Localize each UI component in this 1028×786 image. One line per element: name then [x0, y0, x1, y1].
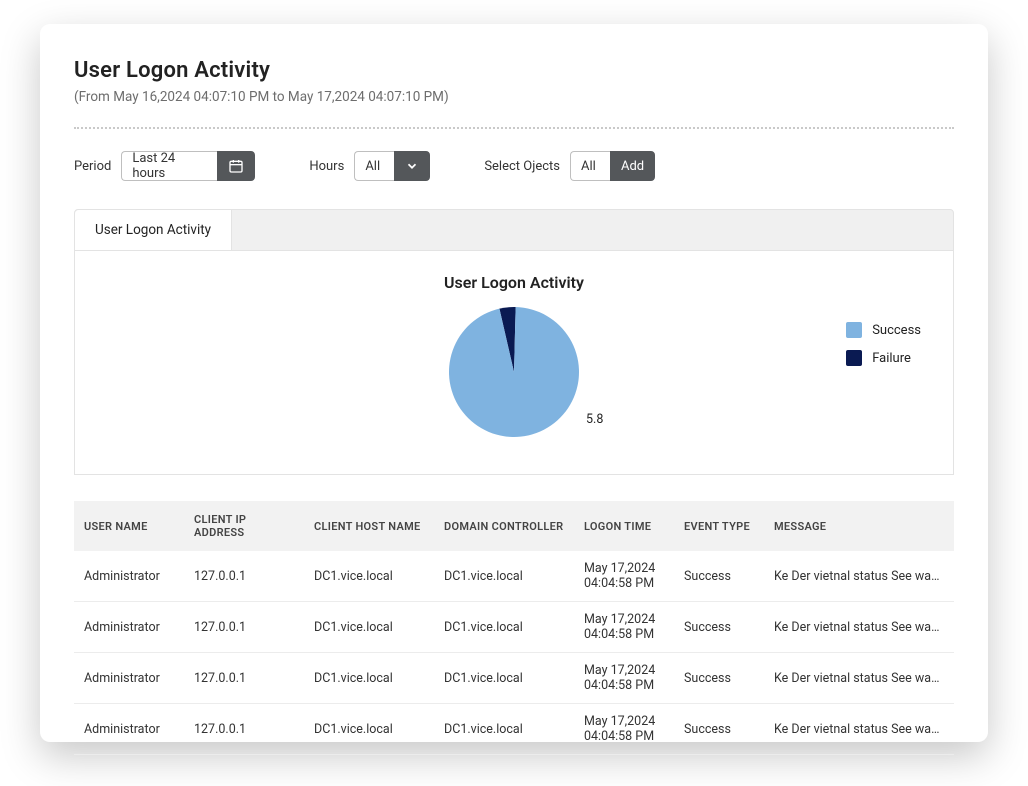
- cell-message: Ke Der vietnal status See was...: [764, 602, 954, 653]
- cell-message: Ke Der vietnal status See was...: [764, 551, 954, 602]
- chart-panel: User Logon Activity 5.8 Success Failure: [74, 251, 954, 475]
- hours-select[interactable]: All: [354, 151, 394, 181]
- cell-user: Administrator: [74, 653, 184, 704]
- tab-bar: User Logon Activity: [74, 209, 954, 251]
- th-dc[interactable]: DOMAIN CONTROLLER: [434, 501, 574, 551]
- hours-label: Hours: [309, 159, 344, 174]
- objects-select[interactable]: All: [570, 151, 610, 181]
- th-message[interactable]: MESSAGE: [764, 501, 954, 551]
- period-label: Period: [74, 159, 111, 174]
- th-host[interactable]: CLIENT HOST NAME: [304, 501, 434, 551]
- table-row[interactable]: Administrator127.0.0.1DC1.vice.localDC1.…: [74, 551, 954, 602]
- legend-item-failure: Failure: [846, 350, 921, 366]
- table-header-row: USER NAME CLIENT IP ADDRESS CLIENT HOST …: [74, 501, 954, 551]
- report-card: User Logon Activity (From May 16,2024 04…: [40, 24, 988, 742]
- date-range-subtitle: (From May 16,2024 04:07:10 PM to May 17,…: [74, 89, 954, 105]
- tab-user-logon-activity[interactable]: User Logon Activity: [75, 210, 232, 250]
- filters-row: Period Last 24 hours Hours: [74, 151, 954, 181]
- period-select[interactable]: Last 24 hours: [121, 151, 217, 181]
- cell-host: DC1.vice.local: [304, 551, 434, 602]
- cell-host: DC1.vice.local: [304, 704, 434, 755]
- cell-message: Ke Der vietnal status See was...: [764, 653, 954, 704]
- chevron-down-icon[interactable]: [394, 151, 430, 181]
- cell-event: Success: [674, 653, 764, 704]
- logon-table: USER NAME CLIENT IP ADDRESS CLIENT HOST …: [74, 501, 954, 755]
- cell-event: Success: [674, 602, 764, 653]
- cell-user: Administrator: [74, 551, 184, 602]
- cell-ip: 127.0.0.1: [184, 602, 304, 653]
- cell-ip: 127.0.0.1: [184, 653, 304, 704]
- th-time[interactable]: LOGON TIME: [574, 501, 674, 551]
- period-filter: Period Last 24 hours: [74, 151, 255, 181]
- cell-time: May 17,202404:04:58 PM: [574, 653, 674, 704]
- cell-ip: 127.0.0.1: [184, 704, 304, 755]
- cell-message: Ke Der vietnal status See was...: [764, 704, 954, 755]
- cell-event: Success: [674, 551, 764, 602]
- cell-event: Success: [674, 704, 764, 755]
- table-row[interactable]: Administrator127.0.0.1DC1.vice.localDC1.…: [74, 602, 954, 653]
- chart-annotation: 5.8: [586, 412, 603, 427]
- chart-legend: Success Failure: [846, 322, 921, 378]
- th-ip[interactable]: CLIENT IP ADDRESS: [184, 501, 304, 551]
- cell-dc: DC1.vice.local: [434, 602, 574, 653]
- calendar-icon[interactable]: [217, 151, 255, 181]
- cell-host: DC1.vice.local: [304, 602, 434, 653]
- cell-host: DC1.vice.local: [304, 653, 434, 704]
- cell-dc: DC1.vice.local: [434, 551, 574, 602]
- cell-user: Administrator: [74, 602, 184, 653]
- cell-dc: DC1.vice.local: [434, 653, 574, 704]
- chart-title: User Logon Activity: [97, 273, 931, 292]
- cell-time: May 17,202404:04:58 PM: [574, 602, 674, 653]
- legend-label-failure: Failure: [872, 351, 911, 366]
- th-event[interactable]: EVENT TYPE: [674, 501, 764, 551]
- add-button[interactable]: Add: [610, 151, 655, 181]
- divider: [74, 127, 954, 129]
- pie-chart: 5.8 Success Failure: [97, 302, 931, 442]
- page-title: User Logon Activity: [74, 58, 954, 83]
- legend-swatch-success: [846, 322, 862, 338]
- hours-filter: Hours All: [309, 151, 430, 181]
- cell-user: Administrator: [74, 704, 184, 755]
- select-objects-filter: Select Ojects All Add: [484, 151, 655, 181]
- legend-item-success: Success: [846, 322, 921, 338]
- th-user[interactable]: USER NAME: [74, 501, 184, 551]
- cell-ip: 127.0.0.1: [184, 551, 304, 602]
- legend-label-success: Success: [872, 323, 921, 338]
- cell-time: May 17,202404:04:58 PM: [574, 551, 674, 602]
- table-row[interactable]: Administrator127.0.0.1DC1.vice.localDC1.…: [74, 704, 954, 755]
- cell-dc: DC1.vice.local: [434, 704, 574, 755]
- table-row[interactable]: Administrator127.0.0.1DC1.vice.localDC1.…: [74, 653, 954, 704]
- select-objects-label: Select Ojects: [484, 159, 560, 174]
- cell-time: May 17,202404:04:58 PM: [574, 704, 674, 755]
- legend-swatch-failure: [846, 350, 862, 366]
